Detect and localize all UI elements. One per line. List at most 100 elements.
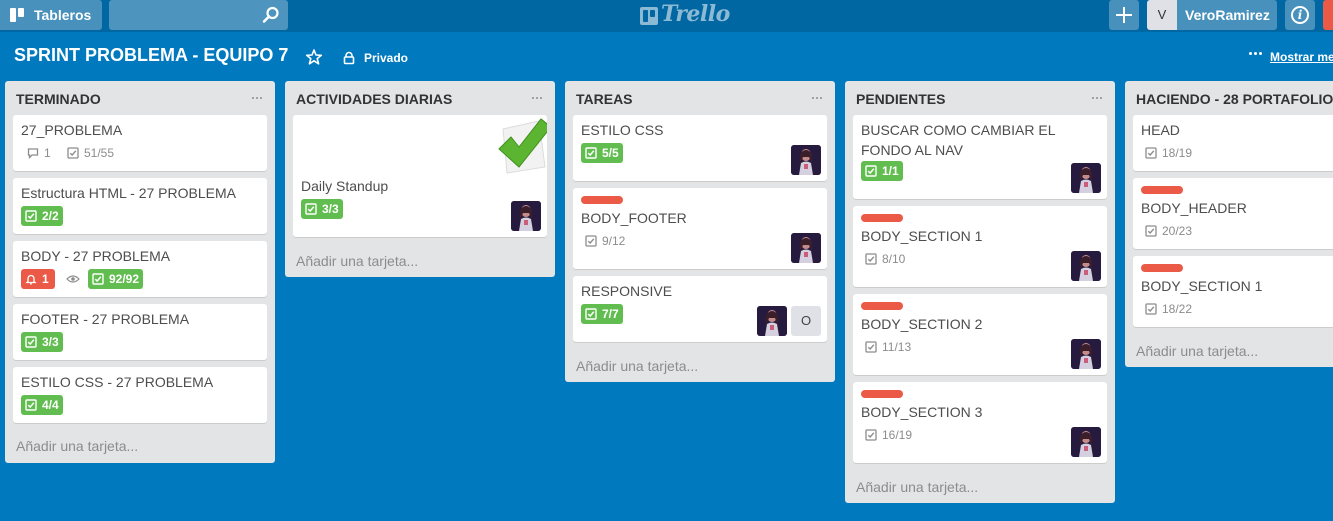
list-tareas: TAREAS ESTILO CSS 5/5 BODY_FOOTER 9/12 R…: [565, 81, 835, 382]
card-title: Daily Standup: [301, 178, 389, 194]
add-button[interactable]: [1109, 0, 1139, 30]
member-avatar[interactable]: O: [791, 306, 821, 336]
add-card-link[interactable]: Añadir una tarjeta...: [1136, 343, 1258, 359]
checklist-badge: 11/13: [861, 337, 911, 357]
checklist-count: 92/92: [109, 272, 140, 286]
avatar[interactable]: [791, 233, 821, 263]
checklist-badge: 51/55: [63, 143, 114, 163]
visibility-label: Privado: [364, 51, 409, 65]
checklist-badge: 8/10: [861, 249, 905, 269]
checklist-count: 9/12: [602, 234, 626, 248]
checklist-icon: [865, 165, 877, 177]
star-icon[interactable]: [305, 48, 323, 66]
card[interactable]: BODY_FOOTER 9/12: [573, 188, 827, 269]
card[interactable]: BODY_SECTION 2 11/13: [853, 294, 1107, 375]
label-red: [861, 302, 903, 310]
checklist-count: 3/3: [42, 335, 59, 349]
list-title[interactable]: TERMINADO: [16, 91, 101, 107]
show-menu-link[interactable]: Mostrar menú: [1270, 50, 1333, 64]
avatar[interactable]: [791, 145, 821, 175]
card[interactable]: BODY - 27 PROBLEMA 1 92/92: [13, 241, 267, 297]
card-title: BODY_FOOTER: [581, 210, 687, 226]
list-title[interactable]: PENDIENTES: [856, 91, 945, 107]
list-header: TERMINADO: [5, 81, 275, 115]
card[interactable]: ESTILO CSS - 27 PROBLEMA 4/4: [13, 367, 267, 423]
comment-icon: [27, 148, 39, 159]
green-checkmark-icon: [498, 118, 547, 174]
avatar[interactable]: [1071, 427, 1101, 457]
checklist-count: 3/3: [322, 202, 339, 216]
notifications-button[interactable]: [1323, 0, 1333, 30]
checklist-badge: 3/3: [301, 199, 343, 219]
checklist-icon: [585, 308, 597, 320]
list-title[interactable]: ACTIVIDADES DIARIAS: [296, 91, 452, 107]
label-red: [1141, 186, 1183, 194]
card[interactable]: BODY_SECTION 1 8/10: [853, 206, 1107, 287]
card[interactable]: HEAD 18/19: [1133, 115, 1333, 171]
card-title: HEAD: [1141, 122, 1180, 138]
list-title[interactable]: TAREAS: [576, 91, 633, 107]
info-button[interactable]: i: [1285, 0, 1315, 30]
card-title: BUSCAR COMO CAMBIAR EL FONDO AL NAV: [861, 122, 1055, 158]
user-menu-button[interactable]: V VeroRamirez: [1147, 0, 1277, 30]
search-icon: [262, 6, 279, 23]
card[interactable]: RESPONSIVE 7/7 O: [573, 276, 827, 342]
add-card-link[interactable]: Añadir una tarjeta...: [16, 438, 138, 454]
top-header: Tableros Trello V VeroRamirez i: [0, 0, 1333, 32]
avatar[interactable]: [511, 201, 541, 231]
checklist-count: 2/2: [42, 209, 59, 223]
info-icon: i: [1291, 6, 1309, 24]
label-red: [581, 196, 623, 204]
add-card-link[interactable]: Añadir una tarjeta...: [296, 253, 418, 269]
boards-button[interactable]: Tableros: [0, 0, 102, 30]
card[interactable]: BODY_HEADER 20/23: [1133, 178, 1333, 249]
card-title: BODY_SECTION 2: [861, 316, 983, 332]
checklist-icon: [865, 253, 877, 265]
avatar[interactable]: [757, 306, 787, 336]
bell-icon: [25, 274, 37, 285]
checklist-count: 18/22: [1162, 302, 1193, 316]
card-title: BODY_SECTION 1: [1141, 278, 1263, 294]
checklist-count: 5/5: [602, 146, 619, 160]
avatar[interactable]: [1071, 251, 1101, 281]
add-card-link[interactable]: Añadir una tarjeta...: [576, 358, 698, 374]
card-title: BODY_SECTION 1: [861, 228, 983, 244]
list-menu-icon[interactable]: [532, 97, 544, 100]
avatar[interactable]: [1071, 163, 1101, 193]
checklist-count: 20/23: [1162, 224, 1193, 238]
card-title: BODY_SECTION 3: [861, 404, 983, 420]
checklist-count: 4/4: [42, 398, 59, 412]
search-input[interactable]: [109, 0, 288, 30]
card[interactable]: Estructura HTML - 27 PROBLEMA 2/2: [13, 178, 267, 234]
card[interactable]: BODY_SECTION 1 18/22: [1133, 256, 1333, 327]
card[interactable]: BUSCAR COMO CAMBIAR EL FONDO AL NAV 1/1: [853, 115, 1107, 199]
card[interactable]: Daily Standup 3/3: [293, 115, 547, 237]
checklist-count: 8/10: [882, 252, 906, 266]
checklist-badge: 20/23: [1141, 221, 1192, 241]
checklist-badge: 92/92: [88, 269, 144, 289]
label-red: [861, 390, 903, 398]
card[interactable]: BODY_SECTION 3 16/19: [853, 382, 1107, 463]
list-menu-icon[interactable]: [1092, 97, 1104, 100]
checklist-icon: [865, 341, 877, 353]
avatar[interactable]: [1071, 339, 1101, 369]
card[interactable]: FOOTER - 27 PROBLEMA 3/3: [13, 304, 267, 360]
checklist-icon: [25, 336, 37, 348]
card[interactable]: ESTILO CSS 5/5: [573, 115, 827, 181]
checklist-icon: [67, 147, 79, 159]
more-icon[interactable]: [1249, 52, 1263, 56]
checklist-count: 7/7: [602, 307, 619, 321]
checklist-icon: [585, 147, 597, 159]
checklist-count: 16/19: [882, 428, 913, 442]
list-menu-icon[interactable]: [812, 97, 824, 100]
list-haciendo-portafolio: HACIENDO - 28 PORTAFOLIO HEAD 18/19 BODY…: [1125, 81, 1333, 367]
list-menu-icon[interactable]: [252, 97, 264, 100]
add-card-link[interactable]: Añadir una tarjeta...: [856, 479, 978, 495]
notification-count: 1: [42, 272, 49, 286]
checklist-badge: 5/5: [581, 143, 623, 163]
card[interactable]: 27_PROBLEMA 1 51/55: [13, 115, 267, 171]
board-title[interactable]: SPRINT PROBLEMA - EQUIPO 7: [14, 45, 288, 66]
checklist-badge: 7/7: [581, 304, 623, 324]
checklist-count: 1/1: [882, 164, 899, 178]
list-title[interactable]: HACIENDO - 28 PORTAFOLIO: [1136, 91, 1333, 107]
